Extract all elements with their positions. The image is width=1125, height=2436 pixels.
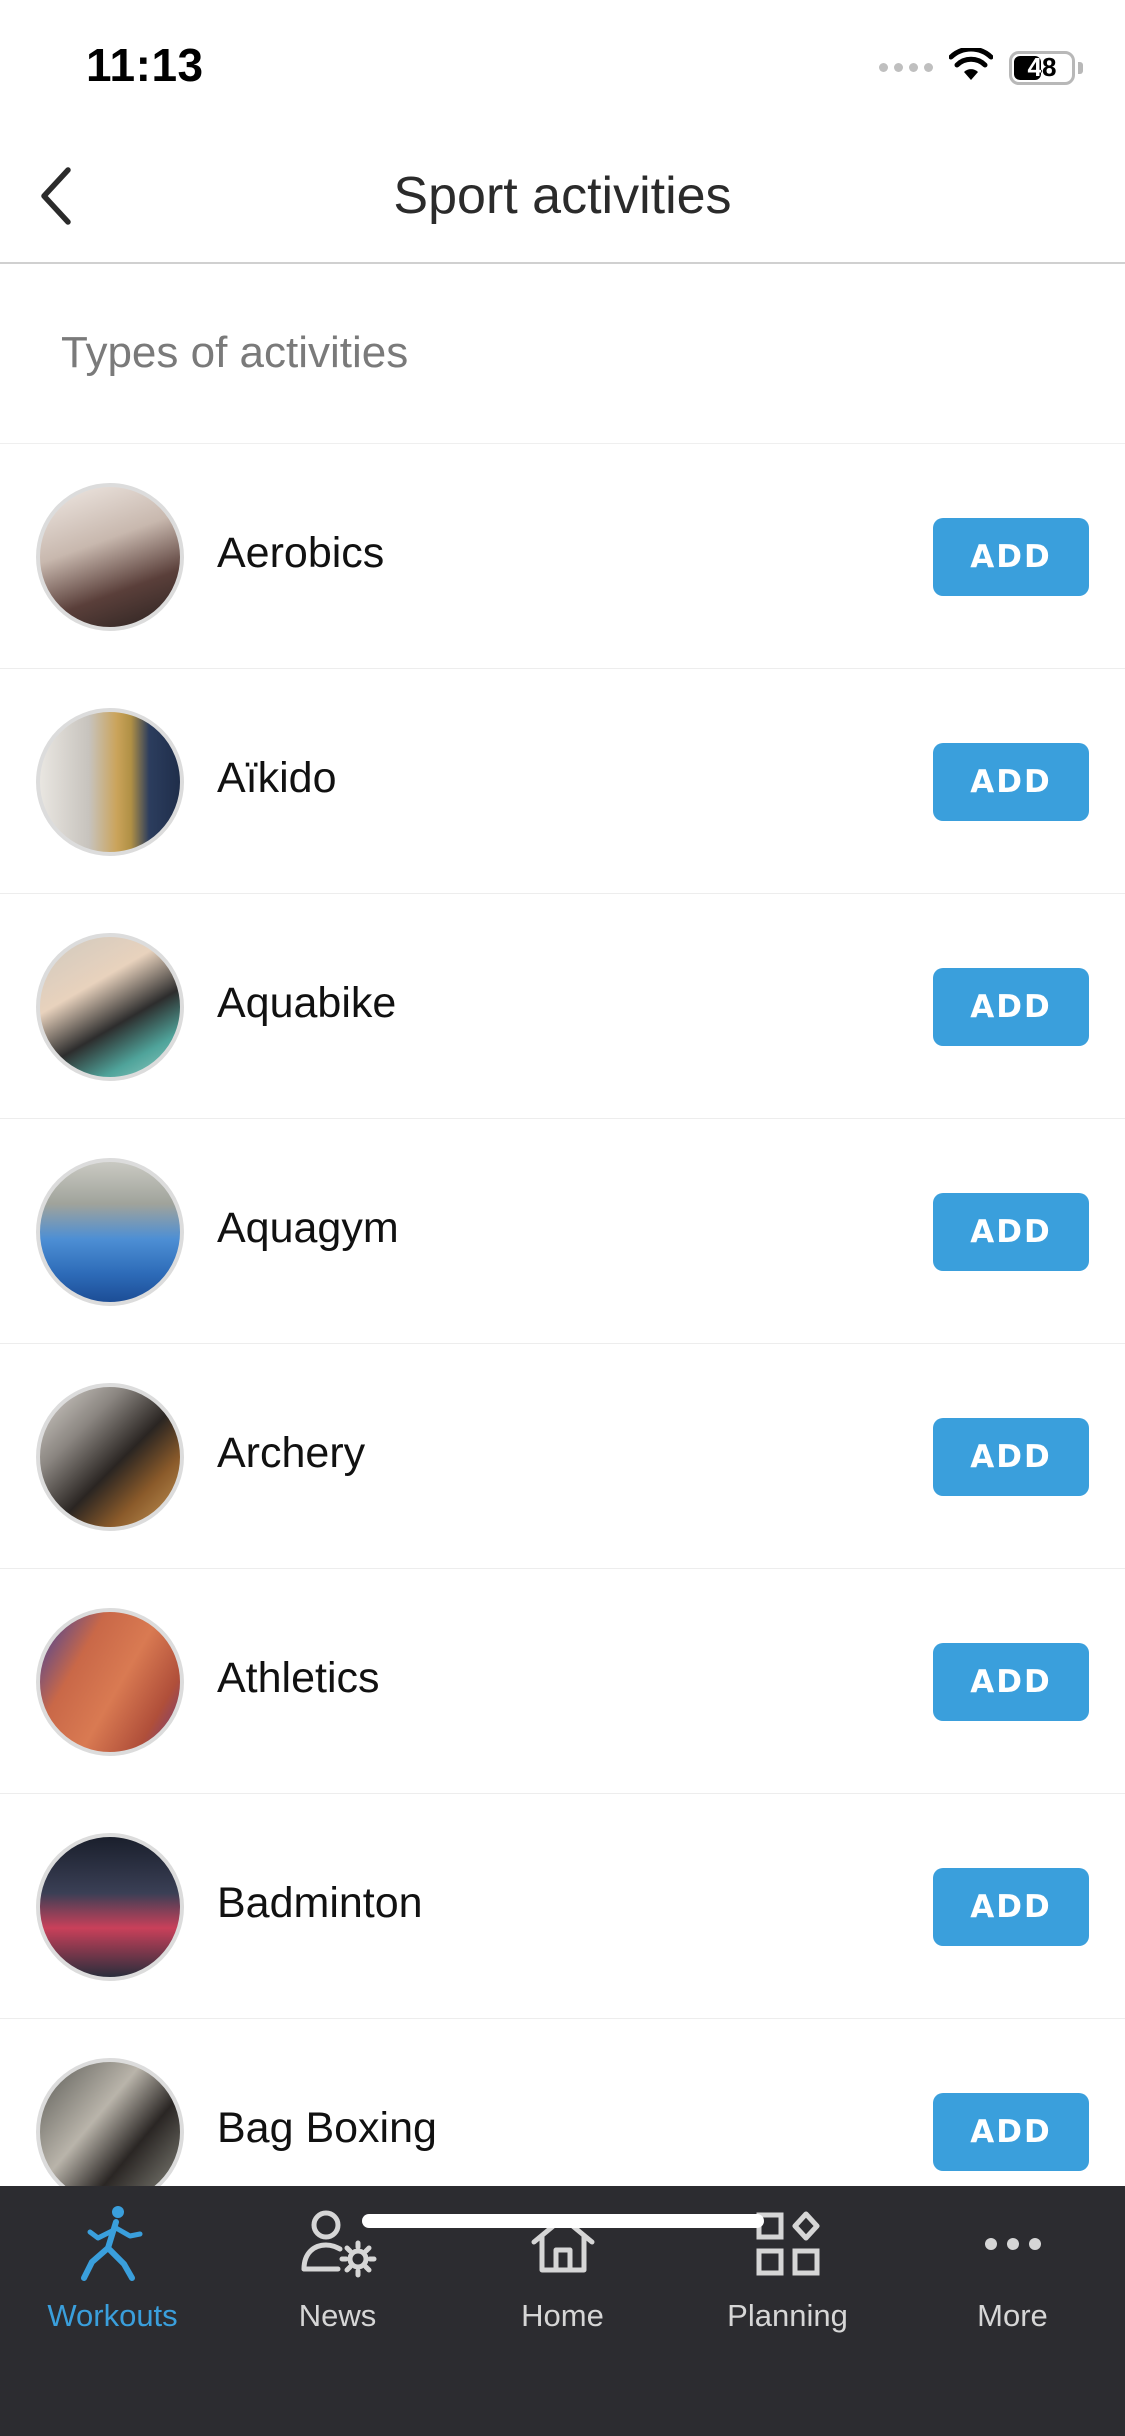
activity-name: Athletics <box>217 1654 380 1702</box>
status-time: 11:13 <box>86 39 204 91</box>
activity-avatar <box>36 1833 184 1981</box>
list-item: Aquagym ADD <box>0 1119 1125 1344</box>
activity-avatar <box>36 1383 184 1531</box>
activity-name: Aquagym <box>217 1204 399 1252</box>
status-indicators: 48 <box>879 46 1083 87</box>
battery-icon: 48 <box>1009 50 1075 85</box>
runner-icon <box>73 2204 153 2284</box>
activity-avatar <box>36 1608 184 1756</box>
nav-header: Sport activities <box>0 132 1125 264</box>
activity-avatar <box>36 483 184 631</box>
add-button[interactable]: ADD <box>933 743 1089 821</box>
activity-name: Bag Boxing <box>217 2104 437 2152</box>
tab-label: More <box>977 2298 1048 2333</box>
section-header: Types of activities <box>0 264 1125 444</box>
add-button[interactable]: ADD <box>933 518 1089 596</box>
list-item: Aquabike ADD <box>0 894 1125 1119</box>
tab-label: Planning <box>727 2298 848 2333</box>
list-item: Aerobics ADD <box>0 444 1125 669</box>
list-item: Badminton ADD <box>0 1794 1125 2019</box>
tab-more[interactable]: More <box>900 2204 1125 2354</box>
activity-name: Aquabike <box>217 979 397 1027</box>
list-item: Aïkido ADD <box>0 669 1125 894</box>
activity-avatar <box>36 2058 184 2206</box>
activity-name: Archery <box>217 1429 366 1477</box>
ellipsis-icon <box>973 2204 1053 2284</box>
cellular-signal-icon <box>879 63 933 72</box>
add-button[interactable]: ADD <box>933 1418 1089 1496</box>
activity-name: Badminton <box>217 1879 423 1927</box>
activity-avatar <box>36 1158 184 1306</box>
list-item: Archery ADD <box>0 1344 1125 1569</box>
activity-avatar <box>36 708 184 856</box>
wifi-icon <box>948 46 994 87</box>
status-bar: 11:13 48 <box>0 0 1125 132</box>
home-indicator <box>362 2214 764 2228</box>
tab-label: Home <box>521 2298 604 2333</box>
add-button[interactable]: ADD <box>933 2093 1089 2171</box>
activity-avatar <box>36 933 184 1081</box>
screen: 11:13 48 Sport activities Types of activ… <box>0 0 1125 2436</box>
list-item: Athletics ADD <box>0 1569 1125 1794</box>
tab-label: Workouts <box>47 2298 178 2333</box>
add-button[interactable]: ADD <box>933 1868 1089 1946</box>
activity-list: Aerobics ADD Aïkido ADD Aquabike ADD Aqu… <box>0 444 1125 2244</box>
add-button[interactable]: ADD <box>933 968 1089 1046</box>
battery-level: 48 <box>1027 52 1057 82</box>
section-title: Types of activities <box>61 328 409 377</box>
add-button[interactable]: ADD <box>933 1193 1089 1271</box>
add-button[interactable]: ADD <box>933 1643 1089 1721</box>
activity-name: Aerobics <box>217 529 385 577</box>
tab-workouts[interactable]: Workouts <box>0 2204 225 2354</box>
tab-label: News <box>298 2298 377 2333</box>
page-title: Sport activities <box>393 167 732 225</box>
activity-name: Aïkido <box>217 754 337 802</box>
